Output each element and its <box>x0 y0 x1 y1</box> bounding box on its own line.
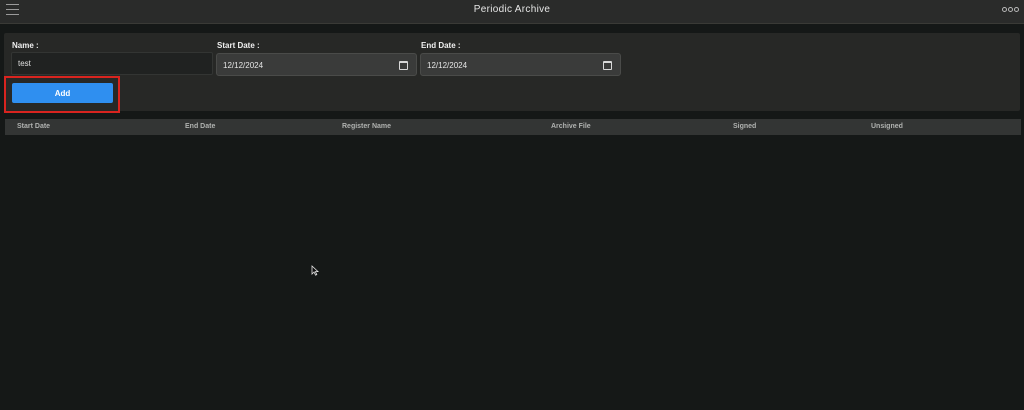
add-button[interactable]: Add <box>12 83 113 103</box>
column-header-unsigned[interactable]: Unsigned <box>871 123 903 130</box>
end-date-label: End Date : <box>421 41 461 50</box>
mouse-pointer-icon <box>311 265 320 276</box>
name-input[interactable] <box>11 52 213 75</box>
column-header-signed[interactable]: Signed <box>733 123 756 130</box>
table-header: Start Date End Date Register Name Archiv… <box>5 119 1021 135</box>
calendar-icon[interactable] <box>399 61 408 70</box>
end-date-input[interactable]: 12/12/2024 <box>420 53 621 76</box>
name-label: Name : <box>12 41 39 50</box>
column-header-end-date[interactable]: End Date <box>185 123 215 130</box>
title-bar: Periodic Archive <box>0 0 1024 24</box>
start-date-label: Start Date : <box>217 41 260 50</box>
column-header-register-name[interactable]: Register Name <box>342 123 391 130</box>
end-date-value: 12/12/2024 <box>427 61 468 70</box>
more-options-icon[interactable] <box>1002 7 1019 12</box>
column-header-archive-file[interactable]: Archive File <box>551 123 591 130</box>
column-header-start-date[interactable]: Start Date <box>17 123 50 130</box>
calendar-icon[interactable] <box>603 61 612 70</box>
start-date-value: 12/12/2024 <box>223 61 264 70</box>
window-title: Periodic Archive <box>473 4 551 15</box>
start-date-input[interactable]: 12/12/2024 <box>216 53 417 76</box>
